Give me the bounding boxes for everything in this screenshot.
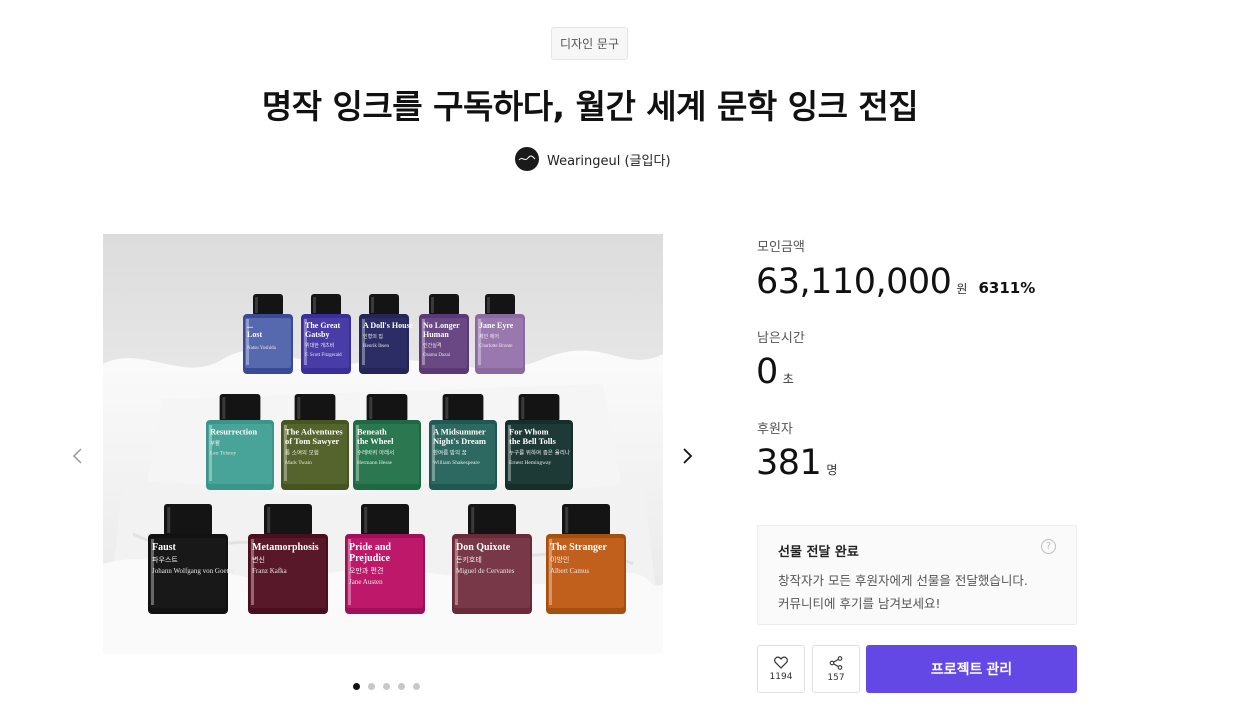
- bottle-title: Faust: [152, 542, 177, 553]
- funding-amount: 63,110,000: [756, 262, 952, 302]
- manage-project-button[interactable]: 프로젝트 관리: [866, 645, 1077, 693]
- bottle-author: Mark Twain: [285, 460, 312, 466]
- bottle-title: For Whom: [509, 427, 549, 437]
- gallery-dot[interactable]: [383, 683, 390, 690]
- bottle-subtitle: 누구를 위하여 종은 울리나: [509, 449, 570, 457]
- gift-delivered-title: 선물 전달 완료: [778, 545, 859, 560]
- bottle-author: Henrik Ibsen: [363, 344, 389, 349]
- bottle-subtitle: 변신: [252, 555, 265, 564]
- review-prompt-message: 커뮤니티에 후기를 남겨보세요!: [778, 596, 941, 611]
- gallery-dot[interactable]: [353, 683, 360, 690]
- chevron-right-icon: [683, 448, 693, 464]
- bottle-title: Night's Dream: [433, 436, 486, 446]
- bottle-author: Natsu Yoshida: [247, 346, 277, 351]
- bottle-title: ...: [247, 321, 253, 330]
- gift-delivered-notice: 선물 전달 완료 창작자가 모든 후원자에게 선물을 전달했습니다. 커뮤니티에…: [757, 525, 1077, 625]
- time-remaining-label: 남은시간: [757, 331, 805, 346]
- gallery-pagination: [353, 683, 420, 690]
- project-image-gallery[interactable]: ... Lost Natsu Yoshida The Great Gatsby 위대한 개…: [103, 234, 663, 654]
- bottle-author: Johann Wolfgang von Goethe: [152, 567, 235, 575]
- bottle-subtitle: 위대한 개츠비: [305, 342, 334, 349]
- backers-count: 381: [756, 443, 822, 483]
- bottle-author: F. Scott Fitzgerald: [305, 353, 342, 358]
- bottle-title: Jane Eyre: [479, 321, 514, 330]
- bottle-author: Leo Tolstoy: [210, 451, 236, 457]
- time-remaining-unit: 초: [782, 372, 794, 386]
- bottle-subtitle: 파우스트: [152, 555, 178, 564]
- bottle-author: Miguel de Cervantes: [456, 567, 515, 575]
- creator-name[interactable]: Wearingeul (글입다): [547, 150, 671, 169]
- share-button[interactable]: 157: [812, 645, 860, 693]
- funding-label: 모인금액: [757, 240, 805, 255]
- bottle-title: the Wheel: [357, 436, 394, 446]
- bottle-subtitle: 한여름 밤의 꿈: [433, 449, 467, 457]
- bottle-title: Resurrection: [210, 427, 257, 437]
- gift-delivered-message: 창작자가 모든 후원자에게 선물을 전달했습니다.: [778, 573, 1028, 588]
- heart-icon: [774, 656, 788, 669]
- bottle-subtitle: 돈키호테: [456, 555, 482, 564]
- bottle-title: the Bell Tolls: [509, 436, 556, 446]
- bottle-title: of Tom Sawyer: [285, 436, 340, 446]
- bottle-subtitle: 인간실격: [423, 342, 441, 349]
- time-remaining-value: 0: [756, 352, 778, 392]
- bottle-subtitle: 수레바퀴 아래서: [357, 449, 394, 457]
- bottle-author: Hermann Hesse: [357, 460, 393, 466]
- bottle-subtitle: 제인 에어: [479, 333, 499, 340]
- ink-bottles-photo: ...Lost Natsu Yoshida The GreatGatsby 위대한 개…: [103, 234, 663, 654]
- creator-avatar[interactable]: [515, 147, 539, 171]
- gallery-dot[interactable]: [413, 683, 420, 690]
- backers-label: 후원자: [757, 422, 793, 437]
- bottle-author: Franz Kafka: [252, 567, 288, 575]
- bottle-author: Charlotte Bronte: [479, 344, 513, 349]
- time-remaining-group: 0 초: [756, 352, 794, 392]
- gallery-prev-button[interactable]: [66, 444, 88, 468]
- share-count: 157: [827, 672, 845, 683]
- funding-percent: 6311%: [978, 279, 1036, 297]
- bottle-title: Pride and: [349, 542, 391, 553]
- bottle-author: William Shakespeare: [433, 460, 480, 466]
- bottle-title: The Great: [305, 321, 341, 330]
- bottle-title: Metamorphosis: [252, 542, 319, 553]
- gallery-dot[interactable]: [398, 683, 405, 690]
- category-chip[interactable]: 디자인 문구: [551, 27, 628, 60]
- bottle-title: The Stranger: [550, 542, 608, 553]
- bottle-author: Ernest Hemingway: [509, 460, 552, 466]
- like-button[interactable]: 1194: [757, 645, 805, 693]
- bottle-title: No Longer: [423, 321, 460, 330]
- bottle-title: Gatsby: [305, 330, 329, 339]
- funding-amount-group: 63,110,000 원 6311%: [756, 262, 1035, 302]
- chevron-left-icon: [72, 448, 82, 464]
- bottle-author: Osamu Dazai: [423, 353, 451, 358]
- bottle-title: Beneath: [357, 427, 387, 437]
- bottle-title: Prejudice: [349, 553, 390, 564]
- bottle-author: Albert Camus: [550, 567, 589, 575]
- bottle-title: Lost: [247, 330, 262, 339]
- bottle-subtitle: 오만과 편견: [349, 566, 383, 575]
- bottle-subtitle: 인형의 집: [363, 333, 383, 340]
- backers-unit: 명: [826, 463, 838, 477]
- bottle-title: A Doll's House: [363, 321, 414, 330]
- bottle-subtitle: 이방인: [550, 555, 569, 564]
- funding-unit: 원: [956, 282, 968, 296]
- bottle-title: The Adventures: [285, 427, 343, 437]
- gallery-next-button[interactable]: [677, 444, 699, 468]
- bottle-title: Don Quixote: [456, 542, 511, 553]
- bottle-subtitle: 부활: [210, 439, 220, 447]
- like-count: 1194: [769, 672, 793, 682]
- page-title: 명작 잉크를 구독하다, 월간 세계 문학 잉크 전집: [261, 87, 919, 126]
- creator-profile[interactable]: Wearingeul (글입다): [515, 146, 671, 172]
- bottle-author: Jane Austen: [349, 578, 383, 586]
- bottle-subtitle: 톰 소여의 모험: [285, 449, 319, 457]
- creator-logo-icon: [518, 155, 536, 161]
- gallery-dot[interactable]: [368, 683, 375, 690]
- help-icon[interactable]: ?: [1041, 539, 1056, 554]
- bottle-title: A Midsummer: [433, 427, 486, 437]
- backers-group: 381 명: [756, 443, 837, 483]
- bottle-title: Human: [423, 330, 449, 339]
- share-icon: [829, 655, 843, 670]
